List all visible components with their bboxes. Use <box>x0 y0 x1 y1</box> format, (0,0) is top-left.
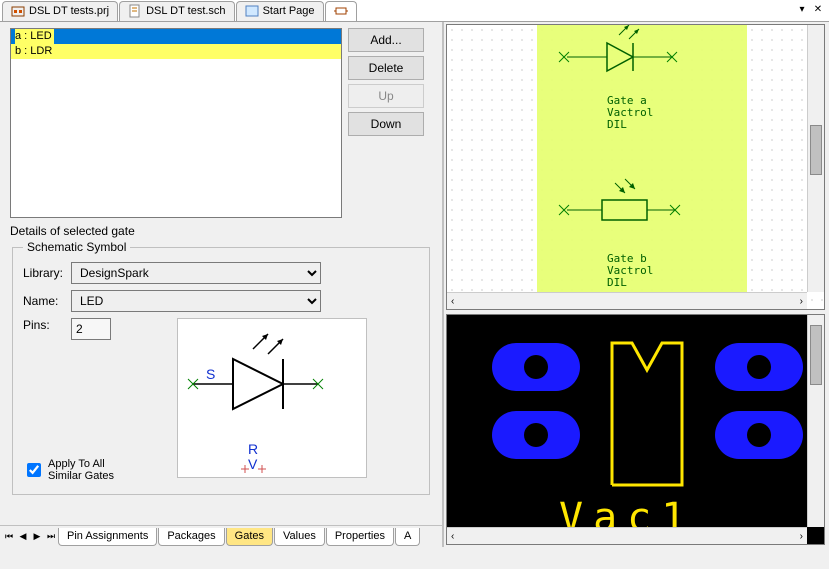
up-button[interactable]: Up <box>348 84 424 108</box>
pins-row: Pins: S <box>23 318 419 478</box>
component-icon <box>334 4 348 18</box>
tab-pin-assignments[interactable]: Pin Assignments <box>58 528 157 546</box>
bottom-tabs: ⏮ ◀ ▶ ⏭ Pin Assignments Packages Gates V… <box>0 525 442 547</box>
scroll-right-icon[interactable]: › <box>796 531 807 542</box>
project-icon <box>11 4 25 18</box>
library-row: Library: DesignSpark <box>23 262 419 284</box>
main-area: a : LED b : LDR Add... Delete Up Down De… <box>0 22 829 547</box>
gate-b-label: Gate b Vactrol DIL <box>607 253 653 289</box>
chevron-down-icon[interactable]: ▾ <box>795 2 809 16</box>
gate-a-label: Gate a Vactrol DIL <box>607 95 653 131</box>
close-icon[interactable]: ✕ <box>811 2 825 16</box>
left-panel: a : LED b : LDR Add... Delete Up Down De… <box>0 22 444 547</box>
gate-a-diode <box>559 25 677 71</box>
next-tab-button[interactable]: ▶ <box>30 529 44 545</box>
schematic-symbol-group: Schematic Symbol Library: DesignSpark Na… <box>12 240 430 495</box>
apply-label: Apply To All Similar Gates <box>48 458 114 482</box>
vertical-scrollbar[interactable] <box>807 25 824 292</box>
details-group: Details of selected gate Schematic Symbo… <box>10 224 432 495</box>
gate-b-ldr <box>559 179 680 220</box>
right-panel: Gate a Vactrol DIL Gate b Vactrol DIL ‹ … <box>444 22 827 547</box>
tab-values[interactable]: Values <box>274 528 325 546</box>
horizontal-scrollbar[interactable]: ‹ › <box>447 527 807 544</box>
name-row: Name: LED <box>23 290 419 312</box>
schematic-file-icon <box>128 4 142 18</box>
horizontal-scrollbar[interactable]: ‹ › <box>447 292 807 309</box>
pin-v-label: V <box>248 456 258 472</box>
tab-label: DSL DT test.sch <box>146 5 225 17</box>
scroll-left-icon[interactable]: ‹ <box>447 296 458 307</box>
scroll-right-icon[interactable]: › <box>796 296 807 307</box>
tab-assoc[interactable]: A <box>395 528 420 546</box>
tab-properties[interactable]: Properties <box>326 528 394 546</box>
gates-buttons: Add... Delete Up Down <box>348 28 424 218</box>
pins-input <box>71 318 111 340</box>
down-button[interactable]: Down <box>348 112 424 136</box>
pin-s-label: S <box>206 366 215 382</box>
vertical-scrollbar[interactable] <box>807 315 824 527</box>
delete-button[interactable]: Delete <box>348 56 424 80</box>
library-label: Library: <box>23 266 65 280</box>
start-page-icon <box>245 4 259 18</box>
gates-top: a : LED b : LDR Add... Delete Up Down <box>10 28 432 218</box>
tab-controls: ▾ ✕ <box>795 2 825 16</box>
tab-packages[interactable]: Packages <box>158 528 224 546</box>
name-select[interactable]: LED <box>71 290 321 312</box>
pins-label: Pins: <box>23 318 65 332</box>
details-title: Details of selected gate <box>10 224 432 238</box>
gate-row-label: a : LED <box>15 29 54 44</box>
last-tab-button[interactable]: ⏭ <box>44 529 58 545</box>
apply-to-all: Apply To All Similar Gates <box>23 458 114 482</box>
document-tabs: DSL DT tests.prj DSL DT test.sch Start P… <box>0 0 829 22</box>
group-legend: Schematic Symbol <box>23 240 130 254</box>
gate-row[interactable]: a : LED <box>11 29 341 44</box>
tab-schematic-file[interactable]: DSL DT test.sch <box>119 1 234 21</box>
tab-gates[interactable]: Gates <box>226 528 273 546</box>
add-button[interactable]: Add... <box>348 28 424 52</box>
apply-checkbox[interactable] <box>27 463 41 477</box>
tab-label: DSL DT tests.prj <box>29 5 109 17</box>
schematic-view[interactable]: Gate a Vactrol DIL Gate b Vactrol DIL ‹ … <box>446 24 825 310</box>
symbol-preview: S <box>177 318 367 478</box>
gates-editor: a : LED b : LDR Add... Delete Up Down De… <box>0 22 442 525</box>
tab-component-editor[interactable] <box>325 1 357 21</box>
tab-project[interactable]: DSL DT tests.prj <box>2 1 118 21</box>
tab-start-page[interactable]: Start Page <box>236 1 324 21</box>
scroll-left-icon[interactable]: ‹ <box>447 531 458 542</box>
gate-row[interactable]: b : LDR <box>11 44 341 59</box>
prev-tab-button[interactable]: ◀ <box>16 529 30 545</box>
gate-row-label: b : LDR <box>15 45 52 57</box>
first-tab-button[interactable]: ⏮ <box>2 529 16 545</box>
pin-r-label: R <box>248 441 258 457</box>
library-select[interactable]: DesignSpark <box>71 262 321 284</box>
pcb-view[interactable]: Vac1 ‹ › <box>446 314 825 545</box>
name-label: Name: <box>23 294 65 308</box>
tab-label: Start Page <box>263 5 315 17</box>
gates-list[interactable]: a : LED b : LDR <box>10 28 342 218</box>
